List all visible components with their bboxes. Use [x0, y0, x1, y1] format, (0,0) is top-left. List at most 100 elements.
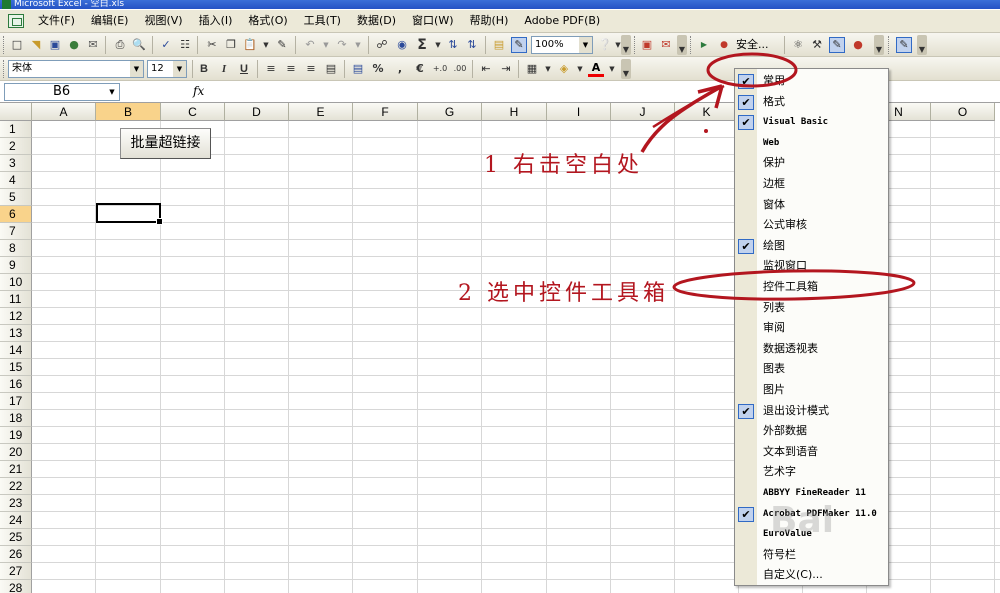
merge-center-icon[interactable]: ▤: [323, 61, 339, 77]
row-header-2[interactable]: 2: [0, 138, 32, 155]
column-header-d[interactable]: D: [225, 103, 289, 121]
increase-decimal-icon[interactable]: +.0: [432, 61, 448, 77]
row-header-9[interactable]: 9: [0, 257, 32, 274]
row-header-23[interactable]: 23: [0, 495, 32, 512]
row-header-20[interactable]: 20: [0, 444, 32, 461]
spelling-icon[interactable]: ✓: [158, 37, 174, 53]
column-header-f[interactable]: F: [353, 103, 418, 121]
context-menu-item[interactable]: 边框: [735, 174, 888, 194]
column-header-g[interactable]: G: [418, 103, 482, 121]
row-header-1[interactable]: 1: [0, 121, 32, 138]
paste-dropdown-icon[interactable]: ▼: [258, 37, 274, 53]
context-menu-item[interactable]: ✔ 绘图: [735, 236, 888, 256]
context-menu-item[interactable]: ✔ Visual Basic: [735, 112, 888, 132]
bold-button[interactable]: B: [196, 61, 212, 77]
row-header-21[interactable]: 21: [0, 461, 32, 478]
new-icon[interactable]: □: [9, 37, 25, 53]
save-icon[interactable]: ▣: [47, 37, 63, 53]
chevron-down-icon[interactable]: ▼: [106, 85, 118, 99]
redo-dropdown-icon[interactable]: ▼: [350, 37, 366, 53]
sort-ascending-icon[interactable]: ⇅: [445, 37, 461, 53]
hyperlink-icon[interactable]: ☍: [374, 37, 390, 53]
undo-icon[interactable]: ↶: [302, 37, 318, 53]
column-header-c[interactable]: C: [161, 103, 225, 121]
email-icon[interactable]: ✉: [85, 37, 101, 53]
run-macro-icon[interactable]: ▶: [696, 37, 712, 53]
decrease-decimal-icon[interactable]: .00: [452, 61, 468, 77]
drawing-icon[interactable]: ✎: [511, 37, 527, 53]
security-button[interactable]: 安全...: [736, 37, 769, 53]
column-header-k[interactable]: K: [675, 103, 739, 121]
percent-button[interactable]: %: [370, 61, 386, 77]
cut-icon[interactable]: ✂: [204, 37, 220, 53]
toolbar-grip[interactable]: [634, 36, 637, 54]
format-painter-icon[interactable]: ✎: [274, 37, 290, 53]
context-menu-item[interactable]: 审阅: [735, 318, 888, 338]
menu-help[interactable]: 帮助(H): [462, 11, 517, 31]
chevron-down-icon[interactable]: ▼: [173, 61, 186, 77]
research-icon[interactable]: ☷: [177, 37, 193, 53]
context-menu-item[interactable]: 文本到语音: [735, 442, 888, 462]
font-size-combo[interactable]: 12 ▼: [147, 60, 187, 78]
row-header-16[interactable]: 16: [0, 376, 32, 393]
sort-descending-icon[interactable]: ⇅: [464, 37, 480, 53]
visual-basic-editor-icon[interactable]: ⚛: [790, 37, 806, 53]
toolbar-options-icon[interactable]: ▼: [917, 35, 927, 55]
font-color-button[interactable]: A: [588, 61, 604, 77]
column-header-o[interactable]: O: [931, 103, 995, 121]
context-menu-item[interactable]: 控件工具箱: [735, 277, 888, 297]
context-menu-item[interactable]: 外部数据: [735, 421, 888, 441]
context-menu-item[interactable]: ✔ 格式: [735, 92, 888, 112]
menu-edit[interactable]: 编辑(E): [83, 11, 137, 31]
column-header-e[interactable]: E: [289, 103, 353, 121]
context-menu-item[interactable]: ✔ 常用: [735, 71, 888, 91]
toolbar-grip[interactable]: [3, 36, 6, 54]
italic-button[interactable]: I: [216, 61, 232, 77]
borders-dropdown-icon[interactable]: ▼: [540, 61, 556, 77]
chevron-down-icon[interactable]: ▼: [130, 61, 143, 77]
column-header-b[interactable]: B: [96, 103, 161, 121]
row-header-18[interactable]: 18: [0, 410, 32, 427]
row-header-3[interactable]: 3: [0, 155, 32, 172]
row-header-14[interactable]: 14: [0, 342, 32, 359]
name-box[interactable]: B6 ▼: [4, 83, 120, 101]
context-menu-item[interactable]: 符号栏: [735, 545, 888, 565]
column-header-a[interactable]: A: [32, 103, 96, 121]
row-header-12[interactable]: 12: [0, 308, 32, 325]
menu-window[interactable]: 窗口(W): [404, 11, 461, 31]
row-header-19[interactable]: 19: [0, 427, 32, 444]
redo-icon[interactable]: ↷: [334, 37, 350, 53]
open-icon[interactable]: ◥: [28, 37, 44, 53]
script-editor-icon[interactable]: ●: [850, 37, 866, 53]
toolbar-grip[interactable]: [888, 36, 891, 54]
row-header-4[interactable]: 4: [0, 172, 32, 189]
increase-indent-icon[interactable]: ⇥: [498, 61, 514, 77]
row-header-11[interactable]: 11: [0, 291, 32, 308]
context-menu-item[interactable]: 列表: [735, 298, 888, 318]
menu-tools[interactable]: 工具(T): [296, 11, 349, 31]
insert-function-icon[interactable]: fx: [193, 84, 204, 98]
context-menu-item[interactable]: 窗体: [735, 195, 888, 215]
context-menu-item[interactable]: Web: [735, 133, 888, 153]
exit-design-mode-icon[interactable]: ✎: [896, 37, 912, 53]
chevron-down-icon[interactable]: ▼: [579, 37, 592, 53]
toolbar-options-icon[interactable]: ▼: [874, 35, 884, 55]
toolbar-options-icon[interactable]: ▼: [621, 59, 631, 79]
menu-view[interactable]: 视图(V): [136, 11, 190, 31]
batch-hyperlink-button[interactable]: 批量超链接: [120, 128, 211, 159]
row-header-5[interactable]: 5: [0, 189, 32, 206]
row-header-10[interactable]: 10: [0, 274, 32, 291]
font-color-dropdown-icon[interactable]: ▼: [604, 61, 620, 77]
autosum-icon[interactable]: Σ: [414, 37, 430, 53]
column-header-j[interactable]: J: [611, 103, 675, 121]
context-menu-item[interactable]: 图表: [735, 359, 888, 379]
print-preview-icon[interactable]: 🔍: [131, 37, 147, 53]
toolbar-grip[interactable]: [690, 36, 693, 54]
context-menu-item[interactable]: 公式审核: [735, 215, 888, 235]
row-header-7[interactable]: 7: [0, 223, 32, 240]
currency-icon[interactable]: ▤: [350, 61, 366, 77]
design-mode-icon[interactable]: ✎: [829, 37, 845, 53]
print-icon[interactable]: ⎙: [112, 37, 128, 53]
context-menu-item[interactable]: 图片: [735, 380, 888, 400]
convert-to-pdf-icon[interactable]: ▣: [639, 37, 655, 53]
